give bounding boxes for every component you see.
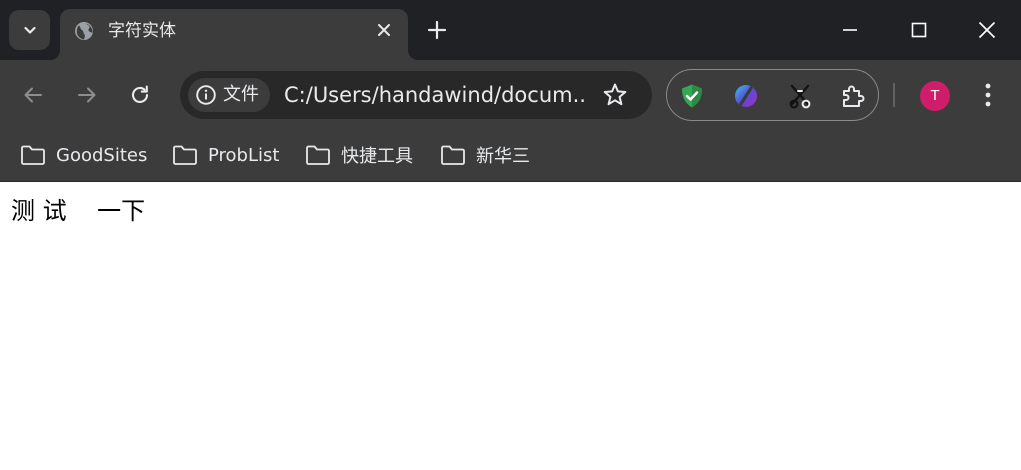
chevron-down-icon	[23, 26, 36, 34]
folder-icon	[173, 145, 197, 165]
star-icon[interactable]	[602, 82, 628, 108]
arrow-right-icon	[78, 87, 96, 103]
bookmark-label: 新华三	[476, 146, 530, 167]
back-button[interactable]	[16, 78, 50, 112]
forward-button[interactable]	[70, 78, 104, 112]
address-bar[interactable]: 文件 C:/Users/handawind/docum...	[180, 71, 652, 119]
active-tab[interactable]: 字符实体	[60, 9, 408, 60]
site-info-label: 文件	[223, 84, 259, 105]
folder-icon	[21, 145, 45, 165]
window-close-button[interactable]	[964, 12, 1010, 48]
folder-icon	[306, 145, 330, 165]
bookmark-folder-h3c[interactable]: 新华三	[440, 138, 530, 172]
toolbar-divider	[893, 83, 895, 107]
extensions-area	[666, 69, 879, 121]
puzzle-icon[interactable]	[839, 82, 867, 110]
reload-button[interactable]	[123, 78, 157, 112]
site-info-chip[interactable]: 文件	[188, 78, 270, 112]
reload-icon	[132, 85, 149, 103]
info-icon	[196, 85, 216, 105]
bookmark-label: GoodSites	[56, 144, 148, 166]
url-text[interactable]: C:/Users/handawind/docum...	[284, 81, 584, 109]
plus-icon[interactable]	[425, 18, 449, 42]
kebab-menu-icon[interactable]	[976, 80, 1000, 110]
maximize-button[interactable]	[896, 12, 942, 48]
maximize-icon	[911, 22, 927, 38]
close-icon[interactable]	[376, 22, 392, 38]
bookmark-folder-tools[interactable]: 快捷工具	[305, 138, 413, 172]
arrow-left-icon	[24, 87, 42, 103]
close-icon	[978, 21, 996, 39]
shield-check-icon[interactable]	[678, 82, 706, 110]
scissors-icon[interactable]	[786, 82, 814, 110]
bookmark-label: ProbList	[208, 144, 280, 166]
gradient-slash-icon[interactable]	[732, 82, 760, 110]
bookmark-label: 快捷工具	[341, 146, 413, 167]
bookmark-folder-problist[interactable]: ProbList	[172, 138, 279, 172]
tab-title: 字符实体	[108, 21, 176, 41]
profile-avatar[interactable]: T	[920, 81, 950, 111]
title-bar: 字符实体	[0, 0, 1021, 60]
minimize-icon	[843, 29, 857, 31]
globe-icon	[75, 22, 93, 40]
folder-icon	[441, 145, 465, 165]
tab-search-button[interactable]	[9, 10, 50, 50]
minimize-button[interactable]	[827, 12, 873, 48]
toolbar: 文件 C:/Users/handawind/docum... T	[0, 60, 1021, 130]
page-content: 测 试 一下	[0, 182, 1021, 470]
bookmark-folder-goodsites[interactable]: GoodSites	[20, 138, 147, 172]
bookmarks-bar: GoodSites ProbList 快捷工具 新华三	[0, 130, 1021, 182]
page-text: 测 试 一下	[11, 197, 146, 225]
